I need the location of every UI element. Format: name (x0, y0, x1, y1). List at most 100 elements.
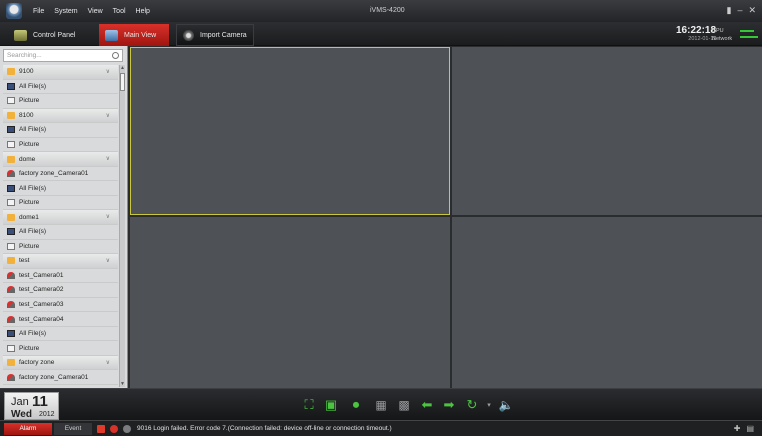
tree-item-label: test_Camera03 (19, 301, 64, 309)
tree-item-label: All File(s) (19, 184, 47, 192)
next-icon[interactable]: ➡ (441, 397, 457, 413)
video-pane-3[interactable] (130, 217, 450, 388)
folder-icon (7, 155, 15, 163)
tree-item[interactable]: Picture (3, 196, 118, 211)
volume-icon[interactable]: 🔈 (498, 397, 514, 413)
panel-icon[interactable]: ▤ (746, 424, 754, 433)
tree-item[interactable]: Picture (3, 341, 118, 356)
tree-item-label: Picture (19, 141, 40, 148)
tree-group[interactable]: factory zone ∨ (3, 355, 118, 371)
camera-icon (7, 373, 15, 381)
video-pane-2[interactable] (452, 47, 762, 215)
chevron-down-icon[interactable]: ∨ (106, 112, 110, 119)
tree-item[interactable]: Picture (3, 94, 118, 109)
tree-item-label: test_Camera01 (19, 271, 64, 279)
chevron-down-icon[interactable]: ∨ (106, 359, 110, 366)
camera-icon (7, 301, 15, 309)
tab-import-camera[interactable]: Import Camera (176, 24, 254, 46)
network-label: Network (712, 36, 733, 42)
camera-icon (7, 315, 15, 323)
tree-item[interactable]: test_Camera04 (3, 312, 118, 327)
control-panel-icon (14, 29, 27, 41)
chevron-down-icon[interactable]: ∨ (106, 257, 110, 264)
menu-tool[interactable]: Tool (108, 8, 131, 15)
refresh-icon[interactable]: ↻ (464, 397, 480, 413)
search-placeholder: Searching... (7, 52, 42, 59)
search-input[interactable]: Searching... (3, 49, 123, 62)
previous-icon[interactable]: ⬅ (419, 397, 435, 413)
camera-icon (7, 286, 15, 294)
menu-help[interactable]: Help (131, 8, 155, 15)
minimize-icon[interactable]: – (737, 5, 742, 16)
folder-icon (7, 257, 15, 265)
tab-control-panel[interactable]: Control Panel (8, 24, 94, 46)
close-icon[interactable]: ✕ (748, 5, 756, 16)
cpu-label: CPU (712, 28, 724, 34)
tree-scrollbar[interactable]: ▲ ▼ (119, 65, 125, 387)
video-pane-4[interactable] (452, 217, 762, 388)
camera-icon (7, 271, 15, 279)
error-icon (110, 424, 118, 433)
search-icon[interactable] (112, 52, 119, 59)
calendar-widget[interactable]: Jan 11 Wed 2012 (4, 392, 59, 420)
clock-time: 16:22:18 (676, 25, 717, 36)
tree-item-label: factory zone_Camera01 (19, 170, 89, 178)
tree-item[interactable]: factory zone_Camera01 (3, 167, 118, 182)
tree-item[interactable]: All File(s) (3, 123, 118, 138)
tree-item[interactable]: All File(s) (3, 181, 118, 196)
layout-icon[interactable]: ▣ (323, 397, 339, 413)
scroll-down-icon[interactable]: ▼ (120, 381, 125, 387)
tree-group[interactable]: test ∨ (3, 254, 118, 269)
folder-icon (7, 359, 15, 367)
scroll-thumb[interactable] (120, 73, 125, 91)
tree-item[interactable]: Picture (3, 138, 118, 153)
menu-bar: File System View Tool Help (28, 8, 155, 15)
calendar-year: 2012 (39, 411, 55, 418)
menu-file[interactable]: File (28, 8, 49, 15)
record-icon[interactable]: ▩ (396, 397, 412, 413)
tree-item[interactable]: test_Camera03 (3, 298, 118, 313)
picture-icon (7, 199, 15, 207)
tree-group[interactable]: 9100 ∨ (3, 65, 118, 80)
tree-group[interactable]: dome1 ∨ (3, 210, 118, 226)
tab-main-view[interactable]: Main View (99, 24, 169, 46)
menu-view[interactable]: View (83, 8, 108, 15)
tree-group[interactable]: dome ∨ (3, 152, 118, 167)
tree-item-label: All File(s) (19, 228, 47, 236)
tab-alarm[interactable]: Alarm (4, 422, 52, 435)
stop-all-icon[interactable]: ⏺ (348, 397, 364, 413)
status-icon (123, 424, 131, 433)
all-files-icon (7, 126, 15, 134)
all-files-icon (7, 82, 15, 90)
tree-item[interactable]: test_Camera01 (3, 269, 118, 284)
dropdown-icon[interactable]: ▾ (481, 397, 497, 413)
ivms-window: File System View Tool Help iVMS-4200 ▮ –… (0, 0, 762, 436)
tree-item-label: factory zone (19, 359, 55, 367)
chevron-down-icon[interactable]: ∨ (106, 155, 110, 162)
picture-icon (7, 141, 15, 148)
tree-item[interactable]: factory zone_Camera01 (3, 370, 118, 386)
menu-system[interactable]: System (49, 8, 82, 15)
chevron-down-icon[interactable]: ∨ (106, 68, 110, 75)
fullscreen-icon[interactable]: ⛶ (301, 397, 317, 413)
tree-item[interactable]: All File(s) (3, 80, 118, 95)
scroll-up-icon[interactable]: ▲ (120, 65, 125, 71)
tree-item[interactable]: Picture (3, 240, 118, 255)
all-files-icon (7, 330, 15, 338)
video-pane-1[interactable] (130, 47, 450, 215)
lock-icon[interactable]: ▮ (726, 5, 731, 16)
tree-item[interactable]: All File(s) (3, 225, 118, 240)
picture-icon (7, 97, 15, 105)
tree-item[interactable]: test_Camera02 (3, 283, 118, 298)
chevron-down-icon[interactable]: ∨ (106, 213, 110, 220)
tree-item[interactable]: All File(s) (3, 327, 118, 342)
bottom-toolbar: Jan 11 Wed 2012 ⛶ ▣ ⏺ ▦ ▩ ⬅ ➡ ↻ ▾ 🔈 (0, 388, 762, 420)
main-view-icon (105, 29, 118, 41)
pin-icon[interactable]: ✚ (734, 424, 741, 433)
tree-group[interactable]: 8100 ∨ (3, 108, 118, 124)
folder-icon (7, 68, 15, 76)
folder-icon (7, 111, 15, 119)
app-title: iVMS-4200 (370, 7, 405, 14)
tab-event[interactable]: Event (54, 422, 92, 435)
capture-icon[interactable]: ▦ (373, 397, 389, 413)
